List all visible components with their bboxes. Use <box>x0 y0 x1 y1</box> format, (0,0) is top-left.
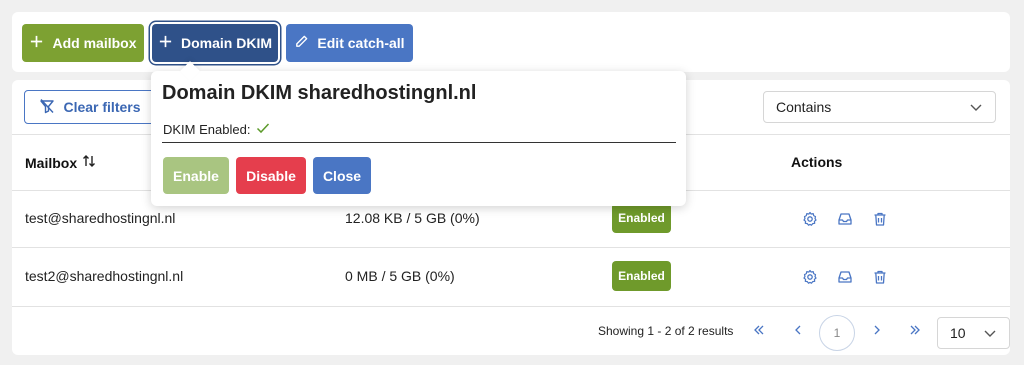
add-mailbox-label: Add mailbox <box>52 35 137 51</box>
status-badge: Enabled <box>612 261 671 291</box>
double-chevron-left-icon <box>752 323 766 342</box>
filter-mode-value: Contains <box>776 99 832 115</box>
domain-dkim-button[interactable]: Domain DKIM <box>152 24 278 62</box>
divider <box>12 306 1010 307</box>
dkim-status-row: DKIM Enabled: <box>163 121 270 138</box>
previous-page-button[interactable] <box>790 324 806 340</box>
check-icon <box>256 121 270 138</box>
status-badge: Enabled <box>612 203 671 233</box>
chevron-down-icon <box>983 326 997 340</box>
double-chevron-right-icon <box>908 323 922 342</box>
trash-icon[interactable] <box>872 269 888 285</box>
mailbox-cell: test2@sharedhostingnl.nl <box>25 268 184 284</box>
mailbox-cell: test@sharedhostingnl.nl <box>25 210 176 226</box>
chevron-right-icon <box>870 323 884 342</box>
page-size-value: 10 <box>950 325 966 341</box>
sort-icon[interactable] <box>81 153 97 172</box>
add-mailbox-button[interactable]: Add mailbox <box>22 24 144 62</box>
filter-mode-select[interactable]: Contains <box>763 91 996 123</box>
mailbox-header-label: Mailbox <box>25 154 78 171</box>
enable-dkim-button[interactable]: Enable <box>163 157 229 194</box>
usage-cell: 12.08 KB / 5 GB (0%) <box>345 210 480 226</box>
clear-filters-button[interactable]: Clear filters <box>24 90 156 124</box>
disable-dkim-button[interactable]: Disable <box>236 157 306 194</box>
plus-icon <box>29 34 44 52</box>
filter-off-icon <box>39 98 55 117</box>
close-popover-button[interactable]: Close <box>313 157 371 194</box>
gear-icon[interactable] <box>802 269 818 285</box>
current-page-button[interactable]: 1 <box>819 315 855 351</box>
chevron-down-icon <box>969 100 983 114</box>
mailbox-column-header[interactable]: Mailbox <box>25 153 97 172</box>
edit-catch-all-label: Edit catch-all <box>317 35 405 51</box>
popover-title: Domain DKIM sharedhostingnl.nl <box>162 82 477 104</box>
dkim-enabled-label: DKIM Enabled: <box>163 122 251 137</box>
clear-filters-label: Clear filters <box>63 99 141 115</box>
gear-icon[interactable] <box>802 211 818 227</box>
plus-icon <box>158 34 173 52</box>
page-size-select[interactable]: 10 <box>937 317 1010 349</box>
next-page-button[interactable] <box>869 324 885 340</box>
divider <box>12 247 1010 248</box>
pencil-icon <box>294 34 309 52</box>
pagination-summary: Showing 1 - 2 of 2 results <box>598 324 734 338</box>
edit-catch-all-button[interactable]: Edit catch-all <box>286 24 413 62</box>
first-page-button[interactable] <box>750 324 768 340</box>
last-page-button[interactable] <box>906 324 924 340</box>
divider <box>162 142 676 143</box>
usage-cell: 0 MB / 5 GB (0%) <box>345 268 455 284</box>
trash-icon[interactable] <box>872 211 888 227</box>
inbox-icon[interactable] <box>837 211 853 227</box>
chevron-left-icon <box>791 323 805 342</box>
actions-column-header: Actions <box>791 154 843 170</box>
domain-dkim-label: Domain DKIM <box>181 35 272 51</box>
inbox-icon[interactable] <box>837 269 853 285</box>
